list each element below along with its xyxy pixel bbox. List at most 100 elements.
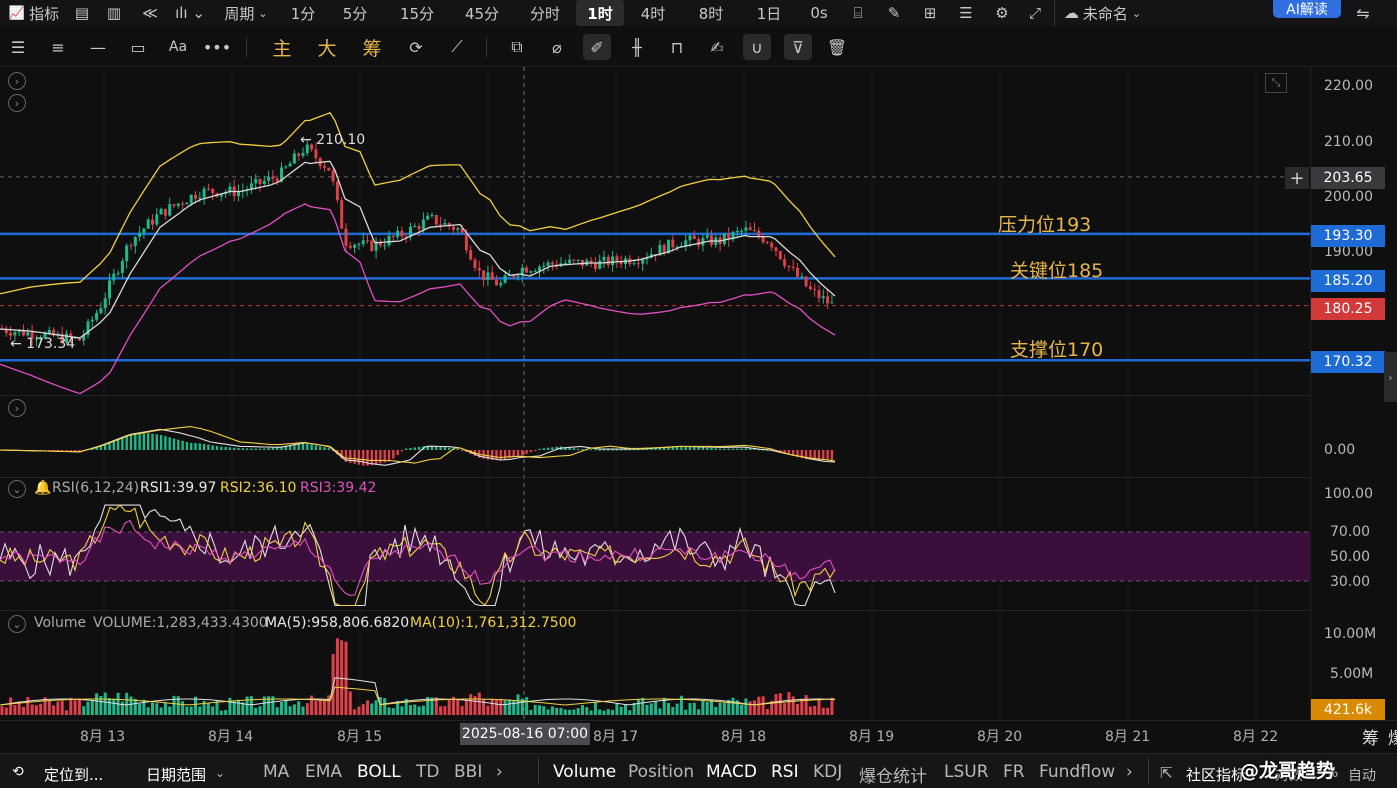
main-ind-td[interactable]: TD [416,762,439,782]
chevron-down-icon[interactable]: ⌄ [215,766,225,780]
main-ind-ema[interactable]: EMA [305,762,342,782]
more-icon[interactable]: ••• [203,34,231,60]
volume-bar [804,695,808,715]
community-indicator-button[interactable]: 社区指标 [1186,764,1246,785]
interval-1d[interactable]: 1日 [740,0,798,26]
pencil-icon[interactable]: ✎ [876,0,912,26]
locate-icon[interactable]: ⟲ [12,764,24,780]
indicator-menu[interactable]: 📈 指标 [0,0,68,26]
candle-body [490,272,494,280]
sub-ind-fundflow[interactable]: Fundflow [1039,762,1115,782]
magnet-icon[interactable]: ∪ [743,34,771,60]
macd-bar [749,448,752,450]
sub-ind-macd[interactable]: MACD [706,762,757,782]
macd-bar [138,432,141,450]
ai-analysis-button[interactable]: AI解读 [1273,0,1341,18]
candle-body [740,230,744,232]
sub-ind-volume[interactable]: Volume [553,762,616,782]
expand-icon[interactable]: › [8,399,26,417]
volume-bar [125,692,129,715]
list-icon[interactable]: ≡ [44,34,72,60]
side-panel-toggle-icon[interactable]: › [1384,352,1397,402]
expand-icon[interactable]: › [8,72,26,90]
expand-icon[interactable]: › [8,94,26,112]
volume-tick: 10.00M [1324,626,1377,642]
sub-ind-liquidation[interactable]: 爆仓统计 [859,762,927,787]
chip-distribution-button[interactable]: 筹 [358,34,386,60]
list-settings-icon[interactable]: ☰ [948,0,984,26]
sub-ind-fr[interactable]: FR [1003,762,1025,782]
big-order-button[interactable]: 大 [313,34,341,60]
fullscreen-icon[interactable]: ⤢ [1020,0,1050,26]
main-ind-ma[interactable]: MA [263,762,289,782]
candle-body [516,275,520,277]
add-indicator-icon[interactable]: ⊞ [912,0,948,26]
macd-bar [207,444,210,450]
macd-bar [155,434,158,450]
replay-icon[interactable]: ≪ [132,0,168,26]
layout-select[interactable]: ☁ 未命名 ⌄ [1054,0,1150,26]
sub-ind-kdj[interactable]: KDJ [813,762,842,782]
macd-bar [271,447,275,450]
candles-icon[interactable]: ╫ [623,34,651,60]
interval-1m[interactable]: 1分 [280,0,326,26]
period-menu[interactable]: 周期 ⌄ [212,0,280,26]
sub-ind-lsur[interactable]: LSUR [944,762,989,782]
interval-0s[interactable]: 0s [798,0,840,26]
ruler-icon[interactable]: ⌀ [543,34,571,60]
collapse-icon[interactable]: ⌄ [8,615,26,633]
cycle-icon[interactable]: ⟳ [402,34,430,60]
gear-icon[interactable]: ⚙ [984,0,1020,26]
add-alert-icon[interactable]: + [1285,167,1309,189]
brush-icon[interactable]: ✐ [583,34,611,60]
macd-bar [675,446,679,450]
interval-5m[interactable]: 5分 [326,0,384,26]
trash-icon[interactable]: 🗑 [823,34,851,60]
copy-icon[interactable]: ⧉ [503,34,531,60]
interval-1h[interactable]: 1时 [576,0,624,26]
interval-15m[interactable]: 15分 [384,0,450,26]
sub-ind-rsi[interactable]: RSI [771,762,799,782]
chevron-right-icon[interactable]: › [496,762,503,782]
settings-lines-icon[interactable]: ☰ [4,34,32,60]
external-link-icon[interactable]: ⇱ [1160,764,1173,782]
edit-note-icon[interactable]: ✍ [703,34,731,60]
volume-bar [525,697,529,715]
candle-body [194,194,197,199]
main-force-button[interactable]: 主 [268,34,296,60]
layout-icon[interactable]: ▥ [96,0,132,26]
main-ind-boll[interactable]: BOLL [357,762,401,782]
locate-button[interactable]: 定位到... [44,764,103,785]
date-range-button[interactable]: 日期范围 [146,764,206,785]
trend-tool-icon[interactable]: ⟋ [443,34,471,60]
chip-tool-button[interactable]: 筹 [1362,724,1379,749]
volume-bar [361,704,365,715]
template-icon[interactable]: ▤ [68,0,96,26]
sub-ind-position[interactable]: Position [628,762,694,782]
bottom-divider [1148,758,1149,784]
interval-4h[interactable]: 4时 [624,0,682,26]
filter-icon[interactable]: ⊽ [784,34,812,60]
interval-timeshare[interactable]: 分时 [514,0,576,26]
collapse-icon[interactable]: ⌄ [8,480,26,498]
candle-body [331,170,335,182]
main-ind-bbi[interactable]: BBI [454,762,482,782]
camera-icon[interactable]: ⌸ [840,0,876,26]
interval-8h[interactable]: 8时 [682,0,740,26]
lock-icon[interactable]: ⊓ [663,34,691,60]
auto-scale-toggle[interactable]: 自动 [1348,765,1376,785]
liquidation-tool-button[interactable]: 爆 [1388,724,1397,749]
horizontal-line-icon[interactable]: — [84,34,112,60]
rsi-bell-icon[interactable]: 🔔 [34,480,51,496]
share-icon[interactable]: ⇋ [1350,0,1376,26]
candle-body [611,256,615,266]
chart-type-icon[interactable]: ılı ⌄ [168,0,212,26]
volume-bar [26,697,30,715]
support-label: 支撑位170 [1010,339,1104,361]
chevron-right-icon[interactable]: › [1126,762,1133,782]
volume-tick: 5.00M [1330,666,1374,682]
maximize-pane-icon[interactable]: ⤡ [1265,73,1287,93]
text-tool-icon[interactable]: Aa [164,34,192,60]
interval-45m[interactable]: 45分 [450,0,514,26]
rectangle-icon[interactable]: ▭ [124,34,152,60]
